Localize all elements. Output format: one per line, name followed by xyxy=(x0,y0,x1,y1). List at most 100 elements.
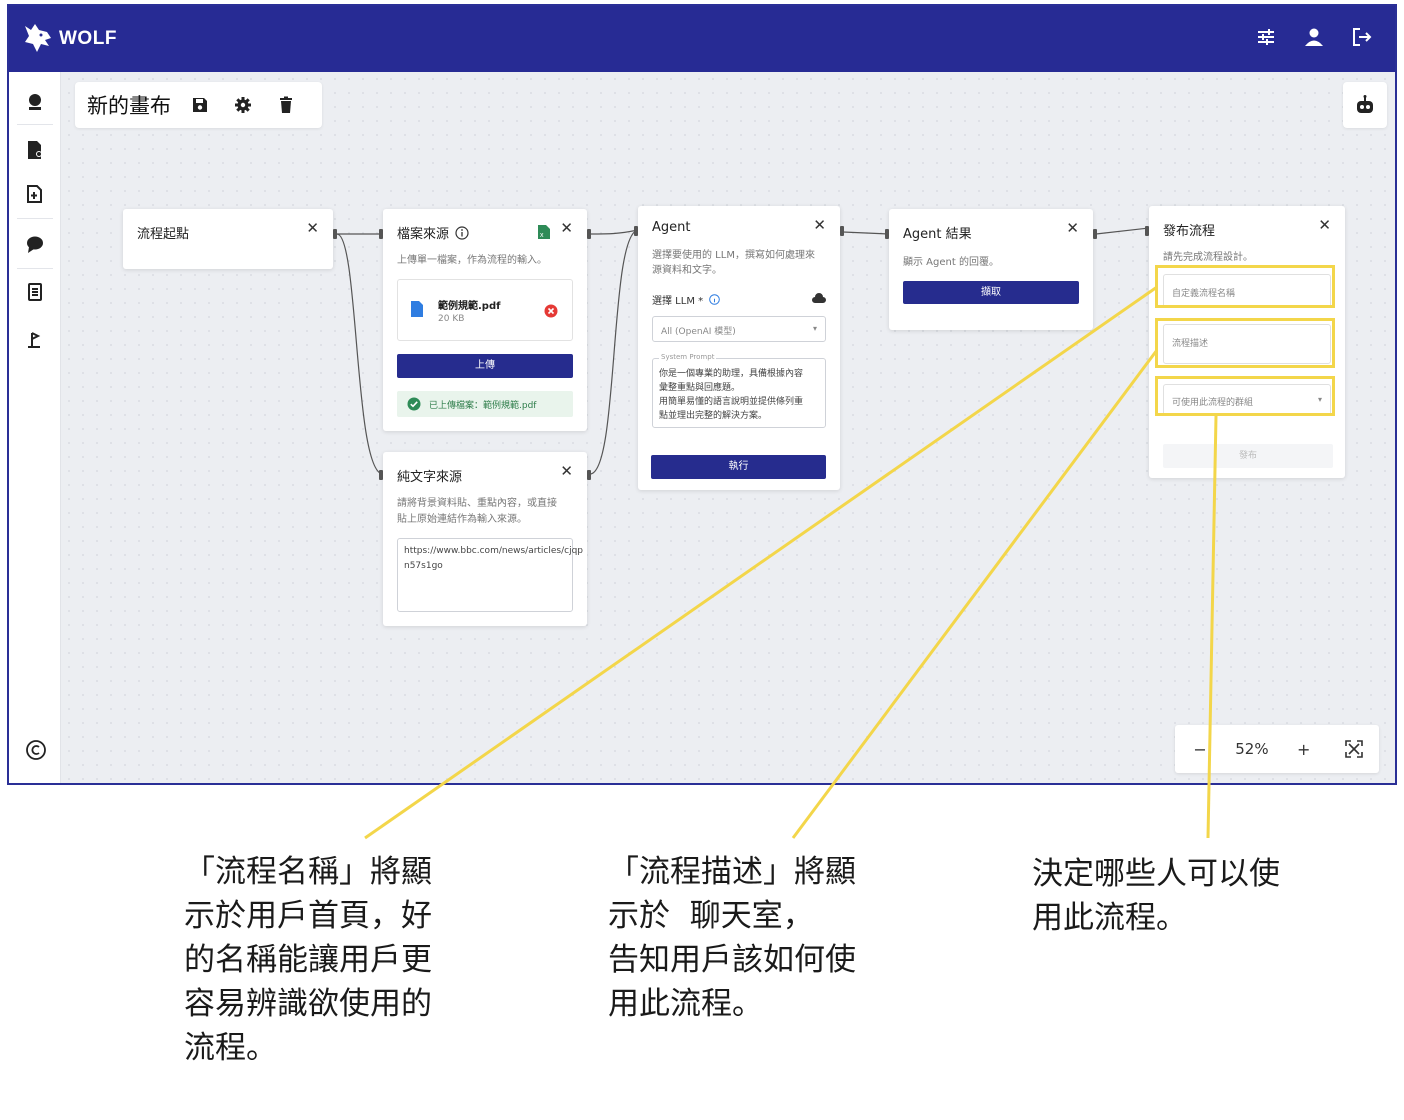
sidebar-item-profile[interactable] xyxy=(19,86,51,118)
node-title: 檔案來源 xyxy=(397,227,450,242)
robot-icon xyxy=(1357,95,1373,113)
input-port[interactable] xyxy=(1145,226,1149,236)
prompt-line-3: 用簡單易懂的語言說明並提供條列重 xyxy=(659,397,804,407)
flag-icon xyxy=(28,332,41,348)
node-title: 流程起點 xyxy=(137,227,190,242)
input-port[interactable] xyxy=(379,229,383,239)
node-agent[interactable]: Agent ✕ 選擇要使用的 LLM，撰寫如何處理來 源資料和文字。 選擇 LL… xyxy=(634,206,844,490)
page-root: WOLF 新的畫布 流程起點 ✕ 檔案來源 x ✕ 上傳單一檔案，作為流程的輸入… xyxy=(0,0,1404,1120)
highlight-group-select xyxy=(1155,376,1335,416)
info-icon xyxy=(709,294,720,305)
prompt-line-4: 點並理出完整的解決方案。 xyxy=(659,411,768,421)
close-icon[interactable]: ✕ xyxy=(1066,221,1079,236)
llm-select[interactable]: All (OpenAI 模型) ▾ xyxy=(652,316,826,342)
excel-file-icon[interactable]: x xyxy=(537,224,551,240)
output-port[interactable] xyxy=(333,229,337,239)
node-title: 純文字來源 xyxy=(397,470,463,485)
svg-text:x: x xyxy=(540,232,544,239)
fit-view-icon[interactable] xyxy=(1339,734,1369,764)
file-size: 20 KB xyxy=(438,314,465,324)
trash-icon[interactable] xyxy=(275,94,297,116)
upload-button[interactable]: 上傳 xyxy=(397,354,573,378)
output-port[interactable] xyxy=(587,470,591,480)
text-source-textarea[interactable]: https://www.bbc.com/news/articles/cjqp n… xyxy=(397,538,583,612)
canvas-title-card: 新的畫布 xyxy=(75,82,322,128)
canvas-title: 新的畫布 xyxy=(87,94,171,118)
cloud-download-icon[interactable] xyxy=(812,293,826,305)
brand-name: WOLF xyxy=(59,28,117,49)
file-add-icon xyxy=(27,185,42,203)
uploaded-file-card: 範例規範.pdf 20 KB xyxy=(397,279,573,341)
sidebar-item-documents[interactable] xyxy=(19,276,51,308)
node-description-line-2: 源資料和文字。 xyxy=(652,265,722,276)
logo[interactable]: WOLF xyxy=(21,20,117,58)
upload-success-text: 已上傳檔案：範例規範.pdf xyxy=(429,400,537,411)
sidebar-item-file-person[interactable] xyxy=(19,134,51,166)
close-icon[interactable]: ✕ xyxy=(560,221,573,236)
zoom-level: 52% xyxy=(1235,740,1269,758)
chat-icon xyxy=(27,236,43,253)
upload-success-bar: 已上傳檔案：範例規範.pdf xyxy=(397,391,573,417)
node-title: Agent xyxy=(652,220,691,235)
sidebar-item-chat[interactable] xyxy=(19,228,51,260)
file-person-icon xyxy=(28,141,42,159)
top-bar: WOLF xyxy=(9,6,1395,72)
sliders-icon[interactable] xyxy=(1253,24,1279,50)
node-start[interactable]: 流程起點 ✕ xyxy=(123,209,337,269)
user-icon[interactable] xyxy=(1301,24,1327,50)
sidebar-item-flag[interactable] xyxy=(19,324,51,356)
node-description-line-1: 請將背景資料貼、重點內容，或直接 xyxy=(397,498,557,509)
document-list-icon xyxy=(28,283,42,301)
assistant-bot-button[interactable] xyxy=(1343,82,1387,128)
output-port[interactable] xyxy=(840,226,844,236)
sidebar xyxy=(9,72,61,783)
close-icon[interactable]: ✕ xyxy=(1318,218,1331,233)
logout-icon[interactable] xyxy=(1349,24,1375,50)
check-circle-icon xyxy=(407,397,421,411)
textarea-value-line-1: https://www.bbc.com/news/articles/cjqp xyxy=(404,546,584,556)
input-port[interactable] xyxy=(379,470,383,480)
annotation-group: 決定哪些人可以使 用此流程。 xyxy=(1032,856,1280,936)
node-description-line-2: 貼上原始連結作為輸入來源。 xyxy=(397,514,527,525)
node-agent-result[interactable]: Agent 結果 ✕ 顯示 Agent 的回覆。 擷取 xyxy=(885,209,1097,330)
system-prompt-textarea[interactable]: System Prompt 你是一個專業的助理，具備根據內容 彙整重點與回應題。… xyxy=(652,353,826,428)
node-description: 請先完成流程設計。 xyxy=(1163,252,1253,263)
gear-icon[interactable] xyxy=(232,94,254,116)
zoom-in-button[interactable]: + xyxy=(1289,734,1319,764)
copyright-icon[interactable] xyxy=(25,739,47,761)
person-icon xyxy=(29,94,41,110)
run-button[interactable]: 執行 xyxy=(651,455,826,479)
file-icon xyxy=(411,301,423,317)
annotation-flow-name: 「流程名稱」將顯 示於用戶首頁，好 的名稱能讓用戶更 容易辨識欲使用的 流程。 xyxy=(184,854,432,1066)
output-port[interactable] xyxy=(1093,229,1097,239)
fetch-button[interactable]: 擷取 xyxy=(903,281,1079,304)
close-icon[interactable]: ✕ xyxy=(813,218,826,233)
close-icon[interactable]: ✕ xyxy=(560,464,573,479)
output-port[interactable] xyxy=(587,229,591,239)
file-name: 範例規範.pdf xyxy=(438,301,501,312)
sidebar-item-file-add[interactable] xyxy=(19,178,51,210)
zoom-controls: − 52% + xyxy=(1175,725,1379,773)
info-icon xyxy=(455,225,469,240)
system-prompt-label: System Prompt xyxy=(659,353,717,361)
node-description: 顯示 Agent 的回覆。 xyxy=(903,257,999,268)
llm-label: 選擇 LLM * xyxy=(652,296,704,307)
node-title: 發布流程 xyxy=(1163,224,1216,239)
node-description-line-1: 選擇要使用的 LLM，撰寫如何處理來 xyxy=(652,250,815,261)
save-icon[interactable] xyxy=(189,94,211,116)
prompt-line-2: 彙整重點與回應題。 xyxy=(659,383,741,393)
remove-file-icon[interactable] xyxy=(544,304,558,318)
close-icon[interactable]: ✕ xyxy=(306,221,319,236)
highlight-flow-description xyxy=(1155,318,1335,368)
zoom-out-button[interactable]: − xyxy=(1185,734,1215,764)
textarea-value-line-2: n57s1go xyxy=(404,561,443,571)
prompt-line-1: 你是一個專業的助理，具備根據內容 xyxy=(659,369,804,379)
node-text-source[interactable]: 純文字來源 ✕ 請將背景資料貼、重點內容，或直接 貼上原始連結作為輸入來源。 h… xyxy=(379,452,591,626)
input-port[interactable] xyxy=(634,226,638,236)
node-file-source[interactable]: 檔案來源 x ✕ 上傳單一檔案，作為流程的輸入。 範例規範.pdf 20 KB … xyxy=(379,209,591,431)
annotation-flow-description: 「流程描述」將顯 示於 聊天室， 告知用戶該如何使 用此流程。 xyxy=(608,854,856,1022)
llm-select-value: All (OpenAI 模型) xyxy=(661,327,736,337)
publish-button[interactable]: 發布 xyxy=(1163,444,1333,468)
input-port[interactable] xyxy=(885,229,889,239)
highlight-flow-name xyxy=(1155,265,1335,308)
